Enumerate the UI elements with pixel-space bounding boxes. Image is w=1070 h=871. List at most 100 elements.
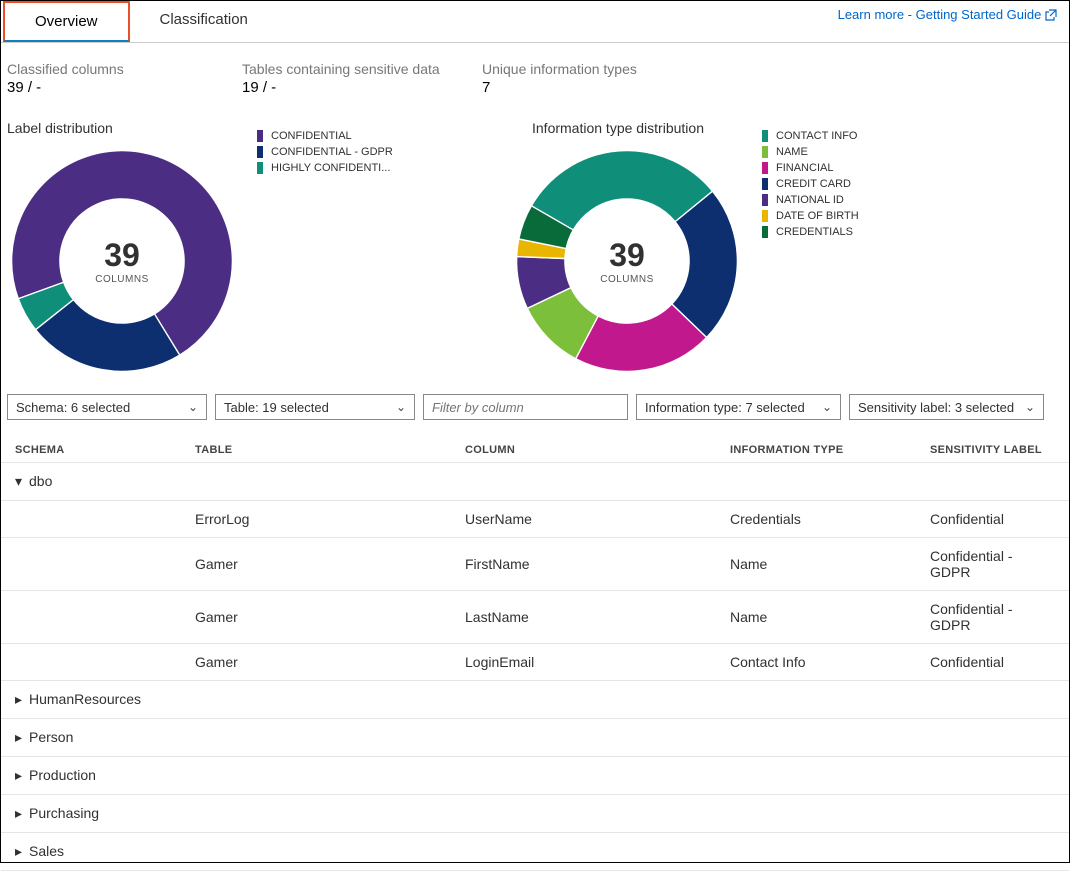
group-row-person[interactable]: ▸Person (1, 719, 1069, 757)
stat-value: 39 / - (7, 79, 242, 96)
donut-label: COLUMNS (95, 274, 149, 285)
legend-item: NAME (762, 146, 859, 158)
cell-column: UserName (465, 511, 730, 527)
legend-swatch (762, 162, 768, 174)
stat-tables-sensitive: Tables containing sensitive data 19 / - (242, 61, 482, 96)
group-label: dbo (29, 473, 52, 489)
stat-label: Classified columns (7, 61, 242, 77)
chart-title: Information type distribution (532, 120, 742, 136)
caret-right-icon: ▸ (15, 843, 25, 860)
table-row[interactable]: GamerLastNameNameConfidential - GDPR (1, 591, 1069, 644)
group-row-dbo[interactable]: ▾dbo (1, 463, 1069, 501)
cell-info-type: Contact Info (730, 654, 930, 670)
learn-more-label: Learn more - Getting Started Guide (838, 7, 1042, 22)
legend-swatch (762, 178, 768, 190)
dropdown-label: Schema: 6 selected (16, 400, 130, 415)
legend-item: CONTACT INFO (762, 130, 859, 142)
group-label: Purchasing (29, 805, 99, 821)
info-type-dropdown[interactable]: Information type: 7 selected ⌄ (636, 394, 841, 420)
col-column: COLUMN (465, 444, 730, 456)
table-header: SCHEMA TABLE COLUMN INFORMATION TYPE SEN… (1, 438, 1069, 463)
legend-label: NATIONAL ID (776, 194, 844, 206)
caret-right-icon: ▸ (15, 691, 25, 708)
learn-more-link[interactable]: Learn more - Getting Started Guide (838, 7, 1057, 22)
classification-table: SCHEMA TABLE COLUMN INFORMATION TYPE SEN… (1, 438, 1069, 871)
legend-info-dist: CONTACT INFO NAME FINANCIAL CREDIT CARD NATI… (762, 130, 859, 242)
legend-swatch (762, 194, 768, 206)
legend-swatch (762, 130, 768, 142)
cell-table: Gamer (195, 654, 465, 670)
col-table: TABLE (195, 444, 465, 456)
cell-table: Gamer (195, 609, 465, 625)
dropdown-label: Table: 19 selected (224, 400, 329, 415)
stat-unique-types: Unique information types 7 (482, 61, 732, 96)
col-schema: SCHEMA (15, 444, 195, 456)
dropdown-label: Sensitivity label: 3 selected (858, 400, 1014, 415)
legend-label-dist: CONFIDENTIAL CONFIDENTIAL - GDPR HIGHLY CO… (257, 130, 393, 178)
caret-right-icon: ▸ (15, 767, 25, 784)
caret-right-icon: ▸ (15, 805, 25, 822)
group-row-sales[interactable]: ▸Sales (1, 833, 1069, 871)
table-dropdown[interactable]: Table: 19 selected ⌄ (215, 394, 415, 420)
cell-info-type: Credentials (730, 511, 930, 527)
stat-label: Unique information types (482, 61, 732, 77)
cell-column: FirstName (465, 556, 730, 572)
group-label: Person (29, 729, 73, 745)
legend-item: HIGHLY CONFIDENTI... (257, 162, 393, 174)
chart-title: Label distribution (7, 120, 237, 136)
caret-right-icon: ▸ (15, 729, 25, 746)
legend-label: DATE OF BIRTH (776, 210, 859, 222)
table-row[interactable]: ErrorLogUserNameCredentialsConfidential (1, 501, 1069, 538)
tab-classification[interactable]: Classification (130, 1, 278, 42)
caret-down-icon: ▾ (15, 473, 25, 490)
chevron-down-icon: ⌄ (1025, 400, 1035, 414)
table-row[interactable]: GamerLoginEmailContact InfoConfidential (1, 644, 1069, 681)
filter-row: Schema: 6 selected ⌄ Table: 19 selected … (1, 376, 1069, 420)
donut-number: 39 (609, 237, 645, 274)
group-row-purchasing[interactable]: ▸Purchasing (1, 795, 1069, 833)
chevron-down-icon: ⌄ (188, 400, 198, 414)
group-label: HumanResources (29, 691, 141, 707)
cell-sens-label: Confidential (930, 511, 1055, 527)
cell-sens-label: Confidential - GDPR (930, 601, 1055, 633)
legend-label: HIGHLY CONFIDENTI... (271, 162, 390, 174)
legend-swatch (257, 130, 263, 142)
sensitivity-label-dropdown[interactable]: Sensitivity label: 3 selected ⌄ (849, 394, 1044, 420)
stat-label: Tables containing sensitive data (242, 61, 482, 77)
col-info-type: INFORMATION TYPE (730, 444, 930, 456)
chevron-down-icon: ⌄ (822, 400, 832, 414)
stat-value: 7 (482, 79, 732, 96)
cell-info-type: Name (730, 556, 930, 572)
col-sens-label: SENSITIVITY LABEL (930, 444, 1055, 456)
donut-center: 39 COLUMNS (512, 146, 742, 376)
legend-label: CONFIDENTIAL - GDPR (271, 146, 393, 158)
dropdown-label: Information type: 7 selected (645, 400, 805, 415)
cell-column: LastName (465, 609, 730, 625)
group-label: Production (29, 767, 96, 783)
tab-overview[interactable]: Overview (3, 1, 130, 42)
legend-label: CONFIDENTIAL (271, 130, 352, 142)
donut-number: 39 (104, 237, 140, 274)
column-filter-input[interactable] (423, 394, 628, 420)
column-filter-field[interactable] (432, 400, 619, 415)
stats-row: Classified columns 39 / - Tables contain… (1, 43, 1069, 104)
legend-item: CONFIDENTIAL - GDPR (257, 146, 393, 158)
cell-info-type: Name (730, 609, 930, 625)
stat-value: 19 / - (242, 79, 482, 96)
legend-item: NATIONAL ID (762, 194, 859, 206)
schema-dropdown[interactable]: Schema: 6 selected ⌄ (7, 394, 207, 420)
chevron-down-icon: ⌄ (396, 400, 406, 414)
table-row[interactable]: GamerFirstNameNameConfidential - GDPR (1, 538, 1069, 591)
legend-item: FINANCIAL (762, 162, 859, 174)
info-type-distribution-chart: Information type distribution 39 COLUMNS… (512, 120, 859, 376)
charts-row: Label distribution 39 COLUMNS CONFIDENTI… (1, 104, 1069, 376)
label-distribution-chart: Label distribution 39 COLUMNS CONFIDENTI… (7, 120, 512, 376)
legend-label: FINANCIAL (776, 162, 833, 174)
legend-item: CREDIT CARD (762, 178, 859, 190)
legend-item: DATE OF BIRTH (762, 210, 859, 222)
legend-swatch (762, 226, 768, 238)
group-row-hr[interactable]: ▸HumanResources (1, 681, 1069, 719)
group-row-production[interactable]: ▸Production (1, 757, 1069, 795)
cell-column: LoginEmail (465, 654, 730, 670)
legend-swatch (257, 162, 263, 174)
